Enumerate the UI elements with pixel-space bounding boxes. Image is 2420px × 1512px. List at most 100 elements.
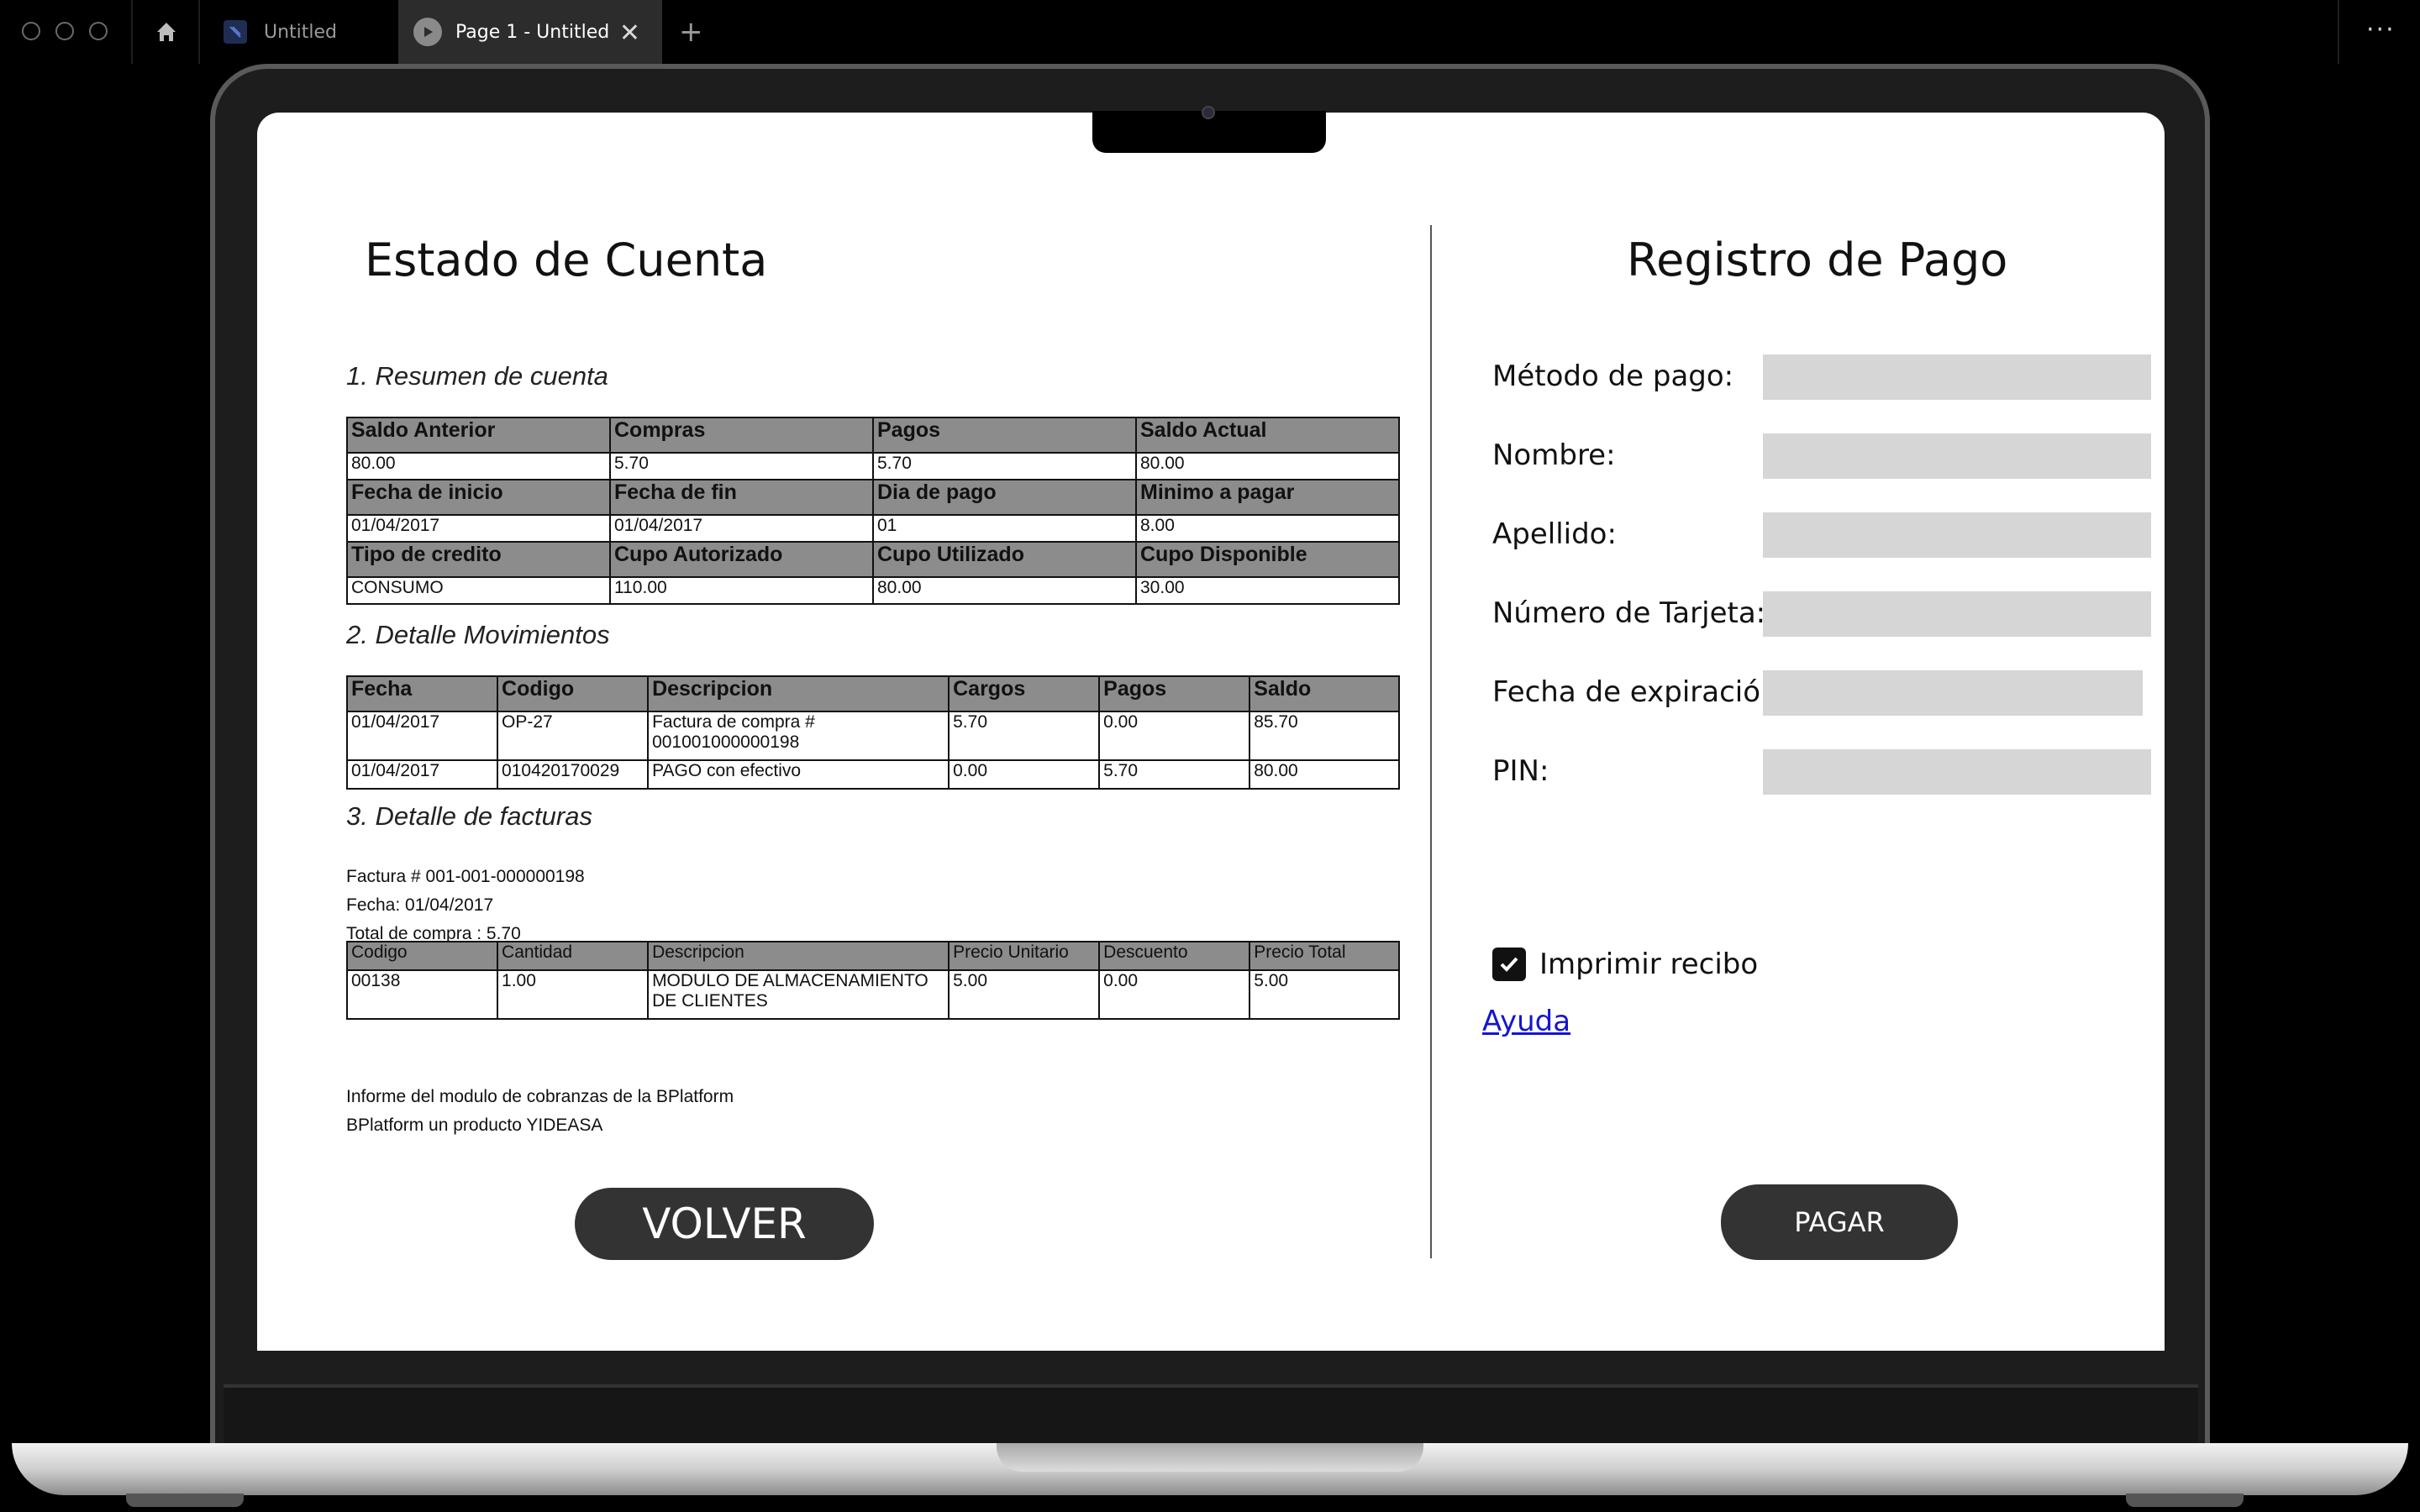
- last-name-input[interactable]: [1763, 512, 2151, 558]
- invoice-total: Total de compra : 5.70: [346, 924, 521, 941]
- vertical-divider: [1430, 225, 1432, 1258]
- tab-page-1-untitled[interactable]: Page 1 - Untitled ✕: [398, 0, 662, 64]
- movements-table: Fecha Codigo Descripcion Cargos Pagos Sa…: [345, 675, 1400, 790]
- card-number-label: Número de Tarjeta:: [1492, 596, 1766, 630]
- help-link[interactable]: Ayuda: [1482, 1005, 1570, 1038]
- table-header-cell: Fecha de fin: [609, 479, 874, 516]
- table-cell: 30.00: [1135, 576, 1400, 605]
- table-cell: 5.70: [609, 452, 874, 480]
- table-header-cell: Saldo: [1249, 675, 1400, 712]
- table-cell: 5.70: [1098, 759, 1251, 790]
- invoice-date: Fecha: 01/04/2017: [346, 895, 494, 915]
- table-header-cell: Minimo a pagar: [1135, 479, 1400, 516]
- table-cell: 01/04/2017: [346, 514, 611, 543]
- table-header-cell: Cupo Autorizado: [609, 541, 874, 578]
- window-minimize-control[interactable]: [55, 22, 74, 40]
- screen: Estado de Cuenta 1. Resumen de cuenta Sa…: [257, 113, 2165, 1351]
- table-cell: 00138: [345, 969, 499, 1020]
- table-header-cell: Saldo Actual: [1135, 417, 1400, 454]
- section-heading: 2. Detalle Movimientos: [346, 620, 610, 649]
- table-cell: 80.00: [1249, 759, 1400, 790]
- table-cell: CONSUMO: [346, 576, 611, 605]
- print-receipt-label: Imprimir recibo: [1539, 948, 1759, 981]
- table-cell: 0.00: [1098, 969, 1251, 1020]
- window-zoom-control[interactable]: [89, 22, 108, 40]
- divider: [2338, 0, 2339, 64]
- table-cell: 5.00: [948, 969, 1101, 1020]
- tab-untitled[interactable]: Untitled: [202, 0, 393, 64]
- table-cell: 01/04/2017: [345, 759, 499, 790]
- table-cell: PAGO con efectivo: [647, 759, 950, 790]
- table-header-cell: Fecha de inicio: [346, 479, 611, 516]
- section-heading: 1. Resumen de cuenta: [346, 361, 608, 391]
- table-cell: Factura de compra # 001001000000198: [647, 711, 950, 761]
- invoice-table: Codigo Cantidad Descripcion Precio Unita…: [345, 941, 1400, 1020]
- table-cell: 80.00: [1135, 452, 1400, 480]
- table-row: 01/04/2017 OP-27 Factura de compra # 001…: [345, 711, 1400, 761]
- table-cell: 01/04/2017: [345, 711, 499, 761]
- table-header-cell: Codigo: [345, 941, 499, 971]
- page-title: Estado de Cuenta: [365, 234, 768, 286]
- table-header-cell: Cantidad: [497, 941, 650, 971]
- play-icon: [413, 18, 442, 46]
- card-number-input[interactable]: [1763, 591, 2151, 637]
- pin-input[interactable]: [1763, 749, 2151, 795]
- laptop-foot: [2126, 1494, 2244, 1507]
- invoice-number: Factura # 001-001-000000198: [346, 867, 585, 886]
- divider: [131, 0, 133, 64]
- payment-method-label: Método de pago:: [1492, 360, 1734, 393]
- last-name-label: Apellido:: [1492, 517, 1617, 551]
- table-header-cell: Descripcion: [647, 941, 950, 971]
- pin-label: PIN:: [1492, 754, 1549, 788]
- table-header-cell: Compras: [609, 417, 874, 454]
- more-icon[interactable]: ···: [2366, 15, 2396, 45]
- table-row: 00138 1.00 MODULO DE ALMACENAMIENTO DE C…: [345, 969, 1400, 1020]
- report-footer-line: BPlatform un producto YIDEASA: [346, 1116, 603, 1135]
- table-cell: 0.00: [948, 759, 1101, 790]
- table-cell: 110.00: [609, 576, 874, 605]
- table-cell: 0.00: [1098, 711, 1251, 761]
- section-heading: 3. Detalle de facturas: [346, 801, 592, 831]
- expiration-date-label: Fecha de expiración:: [1492, 675, 1789, 709]
- table-header-cell: Pagos: [1098, 675, 1251, 712]
- table-header-cell: Pagos: [872, 417, 1137, 454]
- laptop-foot: [126, 1494, 244, 1507]
- table-header-cell: Cupo Utilizado: [872, 541, 1137, 578]
- back-button[interactable]: VOLVER: [575, 1188, 874, 1260]
- table-header-cell: Cupo Disponible: [1135, 541, 1400, 578]
- table-header-cell: Codigo: [497, 675, 650, 712]
- table-header-cell: Dia de pago: [872, 479, 1137, 516]
- table-header-cell: Cargos: [948, 675, 1101, 712]
- print-receipt-checkbox[interactable]: [1492, 948, 1526, 981]
- summary-table: Saldo Anterior Compras Pagos Saldo Actua…: [346, 417, 1400, 605]
- pay-button[interactable]: PAGAR: [1721, 1184, 1958, 1260]
- table-cell: 1.00: [497, 969, 650, 1020]
- expiration-date-input[interactable]: [1763, 670, 2143, 716]
- laptop-hinge: [224, 1384, 2198, 1443]
- table-row: 01/04/2017 010420170029 PAGO con efectiv…: [345, 759, 1400, 790]
- table-header-cell: Precio Total: [1249, 941, 1400, 971]
- close-icon[interactable]: ✕: [619, 18, 640, 48]
- home-icon[interactable]: [155, 20, 178, 44]
- payment-method-input[interactable]: [1763, 354, 2151, 400]
- browser-tab-bar: Untitled Page 1 - Untitled ✕ + ···: [0, 0, 2420, 64]
- table-cell: MODULO DE ALMACENAMIENTO DE CLIENTES: [647, 969, 950, 1020]
- camera-icon: [1202, 106, 1215, 119]
- plus-icon[interactable]: +: [679, 15, 703, 49]
- table-header-cell: Fecha: [345, 675, 499, 712]
- window-close-control[interactable]: [22, 22, 40, 40]
- table-header-cell: Descuento: [1098, 941, 1251, 971]
- table-header-cell: Precio Unitario: [948, 941, 1101, 971]
- first-name-input[interactable]: [1763, 433, 2151, 479]
- tab-label: Untitled: [264, 21, 338, 43]
- table-cell: 80.00: [346, 452, 611, 480]
- report-footer-line: Informe del modulo de cobranzas de la BP…: [346, 1087, 734, 1106]
- table-cell: 01/04/2017: [609, 514, 874, 543]
- first-name-label: Nombre:: [1492, 438, 1616, 472]
- table-cell: 01: [872, 514, 1137, 543]
- table-cell: 5.70: [872, 452, 1137, 480]
- table-cell: 8.00: [1135, 514, 1400, 543]
- divider: [198, 0, 200, 64]
- checkmark-icon: [1500, 957, 1518, 972]
- table-cell: 010420170029: [497, 759, 650, 790]
